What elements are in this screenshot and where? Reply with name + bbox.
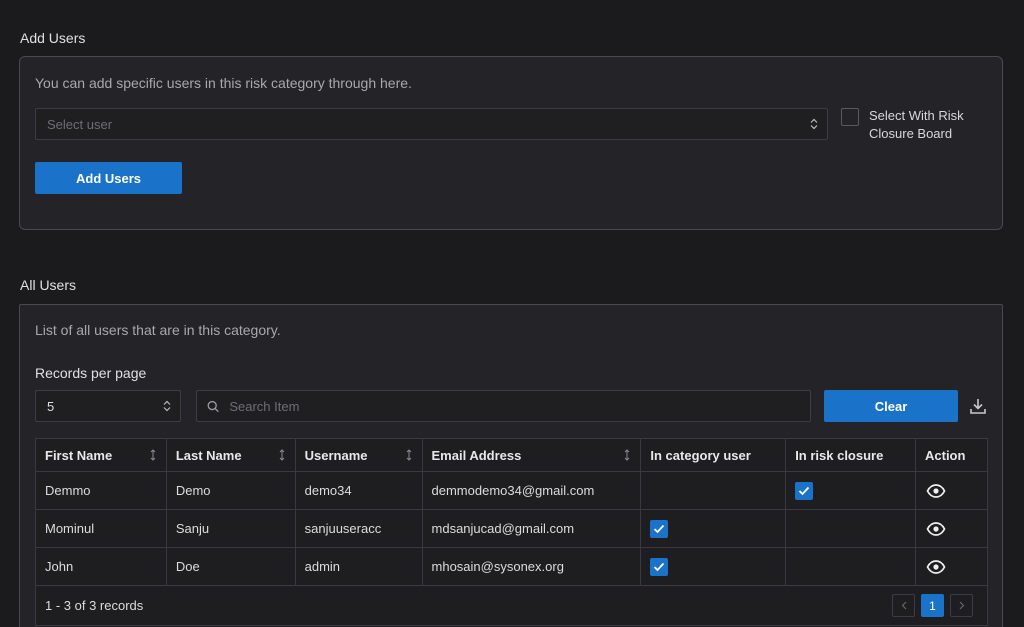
add-users-description: You can add specific users in this risk … bbox=[35, 75, 412, 91]
chevron-updown-icon bbox=[163, 400, 171, 412]
last-name-text: Demo bbox=[175, 483, 211, 498]
records-per-page-value: 5 bbox=[47, 398, 55, 414]
eye-icon bbox=[926, 522, 946, 537]
cell-in-risk-closure bbox=[785, 509, 916, 548]
check-icon bbox=[799, 486, 810, 495]
cell-last-name: Demo bbox=[165, 471, 296, 510]
view-user-button[interactable] bbox=[925, 521, 946, 537]
check-icon bbox=[654, 562, 665, 571]
cell-in-category bbox=[640, 471, 787, 510]
eye-icon bbox=[926, 484, 946, 499]
records-summary: 1 - 3 of 3 records bbox=[45, 598, 144, 613]
cell-action bbox=[915, 471, 988, 510]
checkbox-label-line1: Select With Risk bbox=[869, 108, 964, 123]
column-label: Action bbox=[925, 447, 966, 463]
column-header-last-name[interactable]: Last Name bbox=[165, 438, 296, 472]
column-label: In category user bbox=[650, 447, 751, 463]
cell-first-name: Demmo bbox=[35, 471, 167, 510]
table-row: Demmo Demo demo34 demmodemo34@gmail.com bbox=[35, 471, 988, 510]
risk-closure-board-checkbox[interactable] bbox=[841, 108, 859, 126]
email-text: mdsanjucad@gmail.com bbox=[431, 521, 575, 536]
cell-last-name: Doe bbox=[165, 547, 296, 586]
email-text: demmodemo34@gmail.com bbox=[431, 483, 595, 498]
checkbox-label-line2: Closure Board bbox=[869, 126, 953, 141]
next-page-button[interactable] bbox=[950, 594, 973, 617]
cell-username: demo34 bbox=[294, 471, 423, 510]
search-input[interactable] bbox=[229, 398, 810, 414]
cell-last-name: Sanju bbox=[165, 509, 296, 548]
last-name-text: Doe bbox=[175, 559, 200, 574]
eye-icon bbox=[926, 560, 946, 575]
cell-action bbox=[915, 547, 988, 586]
search-box bbox=[196, 390, 811, 422]
column-header-email[interactable]: Email Address bbox=[421, 438, 642, 472]
column-label: Username bbox=[304, 447, 368, 463]
chevron-left-icon bbox=[901, 601, 906, 610]
pagination: 1 bbox=[892, 594, 973, 617]
sort-icon bbox=[279, 449, 284, 461]
column-header-action: Action bbox=[915, 438, 988, 472]
last-name-text: Sanju bbox=[175, 521, 210, 536]
in-risk-closure-checkbox[interactable] bbox=[795, 481, 814, 500]
cell-action bbox=[915, 509, 988, 548]
risk-closure-board-label: Select With Risk Closure Board bbox=[869, 107, 964, 143]
username-text: demo34 bbox=[304, 483, 352, 498]
column-label: First Name bbox=[45, 447, 113, 463]
sort-icon bbox=[150, 449, 156, 461]
column-header-first-name[interactable]: First Name bbox=[35, 438, 167, 472]
table-row: John Doe admin mhosain@sysonex.org bbox=[35, 547, 988, 586]
email-text: mhosain@sysonex.org bbox=[431, 559, 564, 574]
all-users-title: All Users bbox=[20, 277, 77, 293]
in-category-checkbox[interactable] bbox=[650, 557, 669, 576]
chevron-updown-icon bbox=[810, 118, 818, 130]
records-per-page-select[interactable]: 5 bbox=[35, 390, 181, 422]
download-icon[interactable] bbox=[969, 397, 987, 415]
add-users-button[interactable]: Add Users bbox=[35, 162, 182, 194]
cell-in-category bbox=[640, 509, 787, 548]
in-category-checkbox[interactable] bbox=[650, 519, 669, 538]
table-header-row: First Name Last Name Username Email Addr… bbox=[35, 438, 988, 472]
column-header-in-category: In category user bbox=[640, 438, 787, 472]
prev-page-button[interactable] bbox=[892, 594, 915, 617]
column-label: In risk closure bbox=[795, 447, 884, 463]
cell-email: mhosain@sysonex.org bbox=[421, 547, 642, 586]
username-text: sanjuuseracc bbox=[304, 521, 382, 536]
add-users-card: You can add specific users in this risk … bbox=[19, 56, 1003, 230]
add-users-title: Add Users bbox=[20, 30, 86, 46]
search-icon bbox=[207, 400, 219, 412]
username-text: admin bbox=[304, 559, 341, 574]
all-users-description: List of all users that are in this categ… bbox=[35, 322, 281, 338]
first-name-text: John bbox=[45, 559, 74, 574]
users-table: First Name Last Name Username Email Addr… bbox=[35, 438, 988, 626]
first-name-text: Demmo bbox=[45, 483, 91, 498]
column-label: Last Name bbox=[175, 447, 242, 463]
cell-email: mdsanjucad@gmail.com bbox=[421, 509, 642, 548]
chevron-right-icon bbox=[959, 601, 964, 610]
clear-button[interactable]: Clear bbox=[824, 390, 958, 422]
table-row: Mominul Sanju sanjuuseracc mdsanjucad@gmail… bbox=[35, 509, 988, 548]
cell-in-risk-closure bbox=[785, 547, 916, 586]
column-label: Email Address bbox=[431, 447, 522, 463]
cell-username: admin bbox=[294, 547, 423, 586]
cell-email: demmodemo34@gmail.com bbox=[421, 471, 642, 510]
cell-first-name: Mominul bbox=[35, 509, 167, 548]
sort-icon bbox=[406, 449, 411, 461]
column-header-in-risk-closure: In risk closure bbox=[785, 438, 916, 472]
cell-username: sanjuuseracc bbox=[294, 509, 423, 548]
column-header-username[interactable]: Username bbox=[294, 438, 423, 472]
select-user-dropdown[interactable]: Select user bbox=[35, 108, 828, 140]
table-footer-row: 1 - 3 of 3 records bbox=[35, 585, 988, 626]
sort-icon bbox=[625, 449, 630, 461]
cell-in-category bbox=[640, 547, 787, 586]
page-button-1[interactable]: 1 bbox=[921, 594, 944, 617]
view-user-button[interactable] bbox=[925, 483, 946, 499]
first-name-text: Mominul bbox=[45, 521, 95, 536]
select-user-placeholder: Select user bbox=[47, 116, 113, 132]
cell-first-name: John bbox=[35, 547, 167, 586]
records-per-page-label: Records per page bbox=[35, 365, 147, 381]
view-user-button[interactable] bbox=[925, 559, 946, 575]
check-icon bbox=[654, 524, 665, 533]
cell-in-risk-closure bbox=[785, 471, 916, 510]
